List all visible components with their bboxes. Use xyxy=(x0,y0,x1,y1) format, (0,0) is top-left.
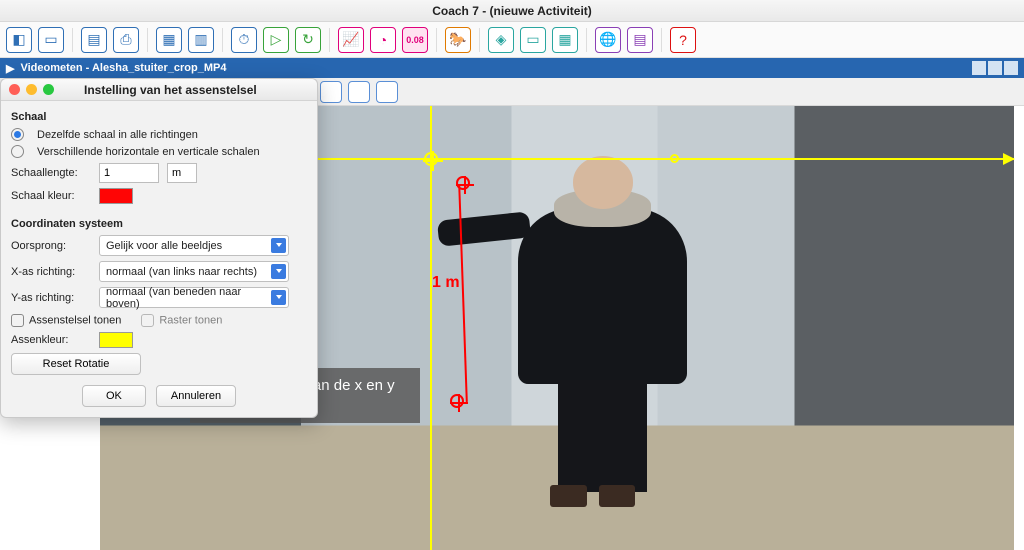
new-icon[interactable]: ◧ xyxy=(6,27,32,53)
origin-marker[interactable] xyxy=(424,152,438,166)
radio-diff-scale-label: Verschillende horizontale en verticale s… xyxy=(37,146,260,158)
close-icon[interactable] xyxy=(9,84,20,95)
animation-icon[interactable]: 🐎 xyxy=(445,27,471,53)
dialog-titlebar[interactable]: Instelling van het assenstelsel xyxy=(1,79,317,101)
yaxis-label: Y-as richting: xyxy=(11,292,91,304)
panel1-icon[interactable]: ▭ xyxy=(520,27,546,53)
tag-icon[interactable]: ◈ xyxy=(488,27,514,53)
axes-color-label: Assenkleur: xyxy=(11,334,91,346)
minimize-icon[interactable] xyxy=(26,84,37,95)
display2-icon[interactable]: ▥ xyxy=(188,27,214,53)
tool3-icon[interactable] xyxy=(376,81,398,103)
person-figure xyxy=(502,142,703,515)
tool1-icon[interactable] xyxy=(320,81,342,103)
section-coord-label: Coordinaten systeem xyxy=(11,218,307,230)
axis-rotation-handle[interactable] xyxy=(670,154,679,163)
video-pane-header: ▶ Videometen - Alesha_stuiter_crop_MP4 xyxy=(0,58,1024,78)
cancel-button[interactable]: Annuleren xyxy=(156,385,236,407)
timer-icon[interactable]: ⏱ xyxy=(231,27,257,53)
save-icon[interactable]: ▤ xyxy=(81,27,107,53)
minimize-pane-icon[interactable] xyxy=(972,61,986,75)
ok-button[interactable]: OK xyxy=(82,385,146,407)
web-icon[interactable]: 🌐 xyxy=(595,27,621,53)
show-grid-label: Raster tonen xyxy=(159,314,222,326)
reset-rotation-button[interactable]: Reset Rotatie xyxy=(11,353,141,375)
radio-same-scale-label: Dezelfde schaal in alle richtingen xyxy=(37,129,198,141)
display1-icon[interactable]: ▦ xyxy=(156,27,182,53)
content-area: 1 m Instelling van het assenstelsel Scha… xyxy=(0,106,1024,550)
axis-settings-dialog: Instelling van het assenstelsel Schaal D… xyxy=(0,78,318,418)
y-axis-overlay[interactable] xyxy=(430,106,432,550)
scale-color-label: Schaal kleur: xyxy=(11,190,91,202)
value-icon[interactable]: 0.08 xyxy=(402,27,428,53)
dialog-title: Instelling van het assenstelsel xyxy=(84,83,309,97)
radio-diff-scale[interactable] xyxy=(11,145,24,158)
scale-color-swatch[interactable] xyxy=(99,188,133,204)
show-axes-label: Assenstelsel tonen xyxy=(29,314,121,326)
radio-same-scale[interactable] xyxy=(11,128,24,141)
scale-length-input[interactable] xyxy=(99,163,159,183)
show-grid-checkbox[interactable] xyxy=(141,314,154,327)
print-icon[interactable]: ⎙ xyxy=(113,27,139,53)
scale-bottom-marker[interactable] xyxy=(450,394,464,408)
close-pane-icon[interactable] xyxy=(1004,61,1018,75)
tool2-icon[interactable] xyxy=(348,81,370,103)
xaxis-label: X-as richting: xyxy=(11,266,91,278)
video-title: Videometen - Alesha_stuiter_crop_MP4 xyxy=(20,62,226,74)
scale-top-marker[interactable] xyxy=(456,176,470,190)
scale-label: 1 m xyxy=(432,274,460,292)
origin-label: Oorsprong: xyxy=(11,240,91,252)
play-small-icon[interactable]: ▶ xyxy=(6,62,14,75)
section-scale-label: Schaal xyxy=(11,111,307,123)
panel2-icon[interactable]: ▦ xyxy=(552,27,578,53)
help-icon[interactable]: ? xyxy=(670,27,696,53)
scale-unit-input[interactable] xyxy=(167,163,197,183)
maximize-pane-icon[interactable] xyxy=(988,61,1002,75)
xaxis-select[interactable]: normaal (van links naar rechts) xyxy=(99,261,289,282)
text-icon[interactable]: ▤ xyxy=(627,27,653,53)
play-icon[interactable]: ▷ xyxy=(263,27,289,53)
yaxis-select[interactable]: normaal (van beneden naar boven) xyxy=(99,287,289,308)
app-titlebar: Coach 7 - (nieuwe Activiteit) xyxy=(0,0,1024,22)
axes-color-swatch[interactable] xyxy=(99,332,133,348)
refresh-icon[interactable]: ↻ xyxy=(295,27,321,53)
gauge-icon[interactable]: ◔ xyxy=(370,27,396,53)
show-axes-checkbox[interactable] xyxy=(11,314,24,327)
zoom-icon[interactable] xyxy=(43,84,54,95)
origin-select[interactable]: Gelijk voor alle beeldjes xyxy=(99,235,289,256)
chart-icon[interactable]: 📈 xyxy=(338,27,364,53)
main-toolbar: ◧ ▭ ▤ ⎙ ▦ ▥ ⏱ ▷ ↻ 📈 ◔ 0.08 🐎 ◈ ▭ ▦ 🌐 ▤ ? xyxy=(0,22,1024,58)
scale-length-label: Schaallengte: xyxy=(11,167,91,179)
open-icon[interactable]: ▭ xyxy=(38,27,64,53)
